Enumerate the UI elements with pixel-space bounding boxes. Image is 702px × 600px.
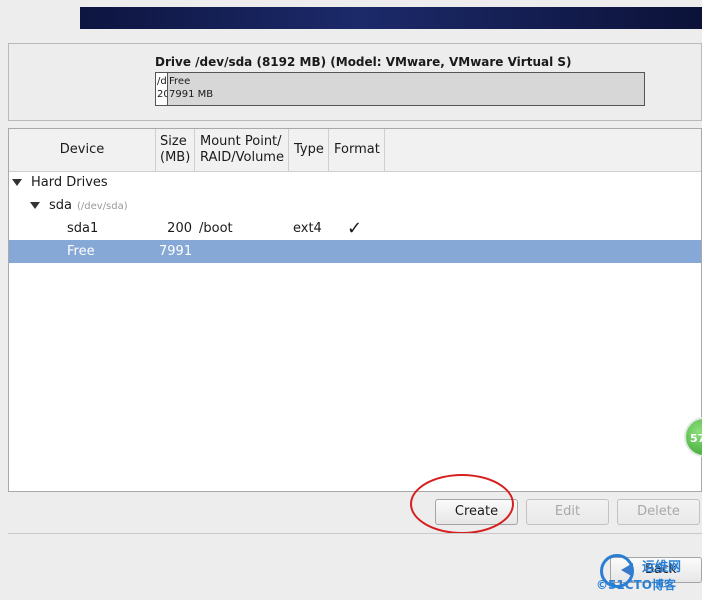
partition-segment-free[interactable]: Free 7991 MB xyxy=(168,73,644,105)
header-banner xyxy=(80,7,702,29)
tree-row-hard-drives[interactable]: Hard Drives xyxy=(9,171,701,194)
column-header-format[interactable]: Format xyxy=(329,129,385,171)
segment-label: /d xyxy=(157,76,167,87)
partition-mount: /boot xyxy=(199,221,233,236)
delete-button[interactable]: Delete xyxy=(617,499,700,525)
drive-partition-bar: /d 20 Free 7991 MB xyxy=(155,72,645,106)
watermark-bottom-text: ©51CTO博客 xyxy=(596,578,676,592)
drive-title: Drive /dev/sda (8192 MB) (Model: VMware,… xyxy=(155,55,572,69)
highlight-circle xyxy=(410,474,514,534)
column-header-size[interactable]: Size (MB) xyxy=(156,129,195,171)
partition-device: sda1 xyxy=(67,221,99,236)
column-header-device[interactable]: Device xyxy=(9,129,156,171)
column-header-type[interactable]: Type xyxy=(289,129,329,171)
table-row[interactable]: sda1 200 /boot ext4 ✓ xyxy=(9,217,701,240)
edit-button[interactable]: Edit xyxy=(526,499,609,525)
expander-down-icon[interactable] xyxy=(30,202,40,209)
group-label: Hard Drives xyxy=(31,175,108,190)
segment-size: 20 xyxy=(157,89,167,100)
partition-type: ext4 xyxy=(293,221,322,236)
expander-down-icon[interactable] xyxy=(12,179,22,186)
watermark-top-text: 运维网 xyxy=(642,560,682,575)
segment-label: Free xyxy=(169,76,191,87)
disk-label: sda xyxy=(49,198,72,213)
format-check-icon: ✓ xyxy=(347,218,363,239)
column-header-mount-point[interactable]: Mount Point/RAID/Volume xyxy=(195,129,289,171)
disk-path: (/dev/sda) xyxy=(77,201,128,212)
table-row[interactable]: Free 7991 xyxy=(9,240,701,263)
segment-size: 7991 MB xyxy=(169,89,214,100)
partition-size: 7991 xyxy=(159,244,193,259)
divider xyxy=(8,533,702,534)
partition-table[interactable]: Device Size (MB) Mount Point/RAID/Volume … xyxy=(8,128,702,492)
partition-size: 200 xyxy=(167,221,192,236)
partition-segment-sda1[interactable]: /d 20 xyxy=(156,73,168,105)
table-header: Device Size (MB) Mount Point/RAID/Volume … xyxy=(9,129,701,172)
partition-device: Free xyxy=(67,244,95,259)
watermark: 运维网 ©51CTO博客 xyxy=(596,554,702,598)
tree-row-sda[interactable]: sda (/dev/sda) xyxy=(9,194,701,217)
drive-overview-panel: Drive /dev/sda (8192 MB) (Model: VMware,… xyxy=(8,43,702,121)
